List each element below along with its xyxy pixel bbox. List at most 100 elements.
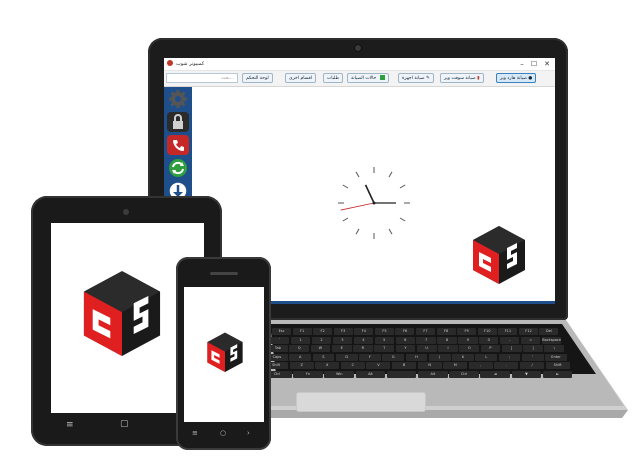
tab-other-sections[interactable]: اقسام اخرى — [285, 73, 317, 83]
keyboard-key[interactable]: F11 — [498, 328, 518, 335]
keyboard-key[interactable]: F8 — [436, 328, 456, 335]
keyboard-key[interactable]: F10 — [477, 328, 497, 335]
keyboard-key[interactable]: - — [500, 336, 520, 344]
keyboard-key[interactable]: F6 — [395, 328, 415, 335]
tab-software-maintenance[interactable]: صيانة سوفت وير ▮ — [440, 73, 484, 83]
keyboard-key[interactable]: Fn — [293, 370, 323, 378]
tab-maintenance-status[interactable]: حالات الصيانة — [347, 73, 389, 83]
keyboard-key[interactable]: Win — [324, 370, 355, 378]
keyboard-key[interactable]: Alt — [355, 370, 386, 378]
tab-devices-maintenance[interactable]: صيانة اجهزة ✎ — [398, 73, 434, 83]
tab-hardware-maintenance[interactable]: صيانة هارد وير ● — [496, 73, 537, 83]
keyboard-key[interactable]: F3 — [333, 328, 353, 335]
status-icon — [379, 75, 385, 80]
keyboard-key[interactable]: ► — [542, 370, 573, 378]
keyboard-key[interactable]: Shift — [545, 362, 570, 369]
keyboard-key[interactable]: ` — [270, 336, 290, 344]
keyboard-key[interactable]: D — [335, 353, 358, 361]
keyboard-key[interactable]: ◄ — [480, 370, 511, 378]
keyboard-key[interactable]: 3 — [332, 336, 353, 344]
tablet-home-button[interactable]: ▢ — [120, 420, 129, 429]
keyboard-key[interactable]: O — [459, 345, 480, 352]
keyboard-key[interactable]: [ — [501, 345, 522, 352]
keyboard-key[interactable]: 8 — [437, 336, 457, 344]
window-title: كمبيوتر شوب — [176, 61, 205, 67]
keyboard-key[interactable]: G — [382, 353, 405, 361]
keyboard-key[interactable]: ' — [521, 353, 544, 361]
keyboard-key[interactable]: 1 — [290, 336, 311, 344]
keyboard-key[interactable]: F5 — [374, 328, 394, 335]
keyboard-key[interactable]: R — [353, 345, 373, 352]
keyboard-key[interactable]: P — [480, 345, 501, 352]
tab-orders[interactable]: طلبات — [323, 73, 344, 83]
keyboard-key[interactable]: Enter — [545, 353, 567, 361]
maximize-button[interactable]: ☐ — [528, 59, 540, 69]
keyboard-key[interactable]: , — [468, 362, 493, 369]
close-button[interactable]: ✕ — [541, 59, 553, 69]
keyboard-key[interactable]: F — [359, 353, 381, 361]
clock-center — [372, 201, 376, 205]
keyboard-key[interactable]: 5 — [374, 336, 394, 344]
keyboard-key[interactable]: 7 — [416, 336, 436, 344]
keyboard-key[interactable]: Ctrl — [449, 370, 479, 378]
keyboard-key[interactable]: = — [521, 336, 541, 344]
keyboard-key[interactable]: S — [312, 353, 335, 361]
keyboard-key[interactable]: L — [475, 353, 498, 361]
keyboard-key[interactable]: U — [416, 345, 437, 352]
laptop-camera — [355, 45, 361, 51]
keyboard-key[interactable]: X — [315, 362, 340, 369]
keyboard-key[interactable]: Q — [289, 345, 310, 352]
search-input[interactable]: بحث... — [166, 73, 238, 83]
keyboard-key[interactable]: Alt — [418, 370, 448, 378]
keyboard-key[interactable]: C — [340, 362, 365, 369]
tablet-menu-button[interactable]: ≡ — [66, 421, 74, 430]
keyboard-key[interactable]: F2 — [313, 328, 333, 335]
keyboard-key[interactable]: 6 — [395, 336, 415, 344]
keyboard-key[interactable]: J — [428, 353, 451, 361]
keyboard-key[interactable]: 0 — [479, 336, 499, 344]
keyboard-key[interactable]: H — [405, 353, 428, 361]
minimize-button[interactable]: – — [516, 59, 528, 69]
keyboard-key[interactable]: 4 — [353, 336, 374, 344]
tab-label: اقسام اخرى — [289, 76, 313, 81]
sidebar-item-settings[interactable] — [167, 89, 189, 109]
tab-control-panel[interactable]: لوحة التحكم — [242, 73, 273, 83]
keyboard-key[interactable]: ; — [498, 353, 521, 361]
keyboard-key[interactable]: T — [374, 345, 395, 352]
phone-back-button[interactable]: › — [247, 429, 250, 438]
keyboard-key[interactable]: ▼ — [511, 370, 542, 378]
keyboard-key[interactable]: W — [310, 345, 331, 352]
keyboard-key[interactable]: Esc — [272, 328, 292, 335]
keyboard-key[interactable]: M — [443, 362, 468, 369]
keyboard-key[interactable]: A — [289, 353, 312, 361]
keyboard-key[interactable]: . — [494, 362, 519, 369]
sidebar-item-security[interactable] — [167, 112, 189, 132]
keyboard-key[interactable]: E — [331, 345, 352, 352]
keyboard-key[interactable]: Z — [289, 362, 314, 369]
keyboard-key[interactable]: F9 — [457, 328, 477, 335]
keyboard-key[interactable]: V — [366, 362, 391, 369]
keyboard-key[interactable] — [386, 370, 417, 378]
keyboard-key[interactable]: F4 — [354, 328, 374, 335]
keyboard-key[interactable]: Backspace — [541, 336, 562, 344]
phone-home-button[interactable]: ○ — [220, 429, 226, 438]
keyboard-key[interactable]: B — [392, 362, 417, 369]
keyboard-key[interactable]: I — [438, 345, 458, 352]
keyboard-key[interactable]: F12 — [518, 328, 538, 335]
sidebar-item-sync[interactable] — [167, 158, 189, 178]
keyboard-key[interactable]: 2 — [311, 336, 332, 344]
sidebar-item-call[interactable] — [167, 135, 189, 155]
keyboard-key[interactable]: K — [452, 353, 474, 361]
keyboard-key[interactable]: F7 — [416, 328, 436, 335]
keyboard-key[interactable]: ] — [523, 345, 543, 352]
keyboard-key[interactable]: N — [417, 362, 442, 369]
keyboard-key[interactable]: Del — [539, 328, 559, 335]
phone-menu-button[interactable]: ≡ — [192, 429, 198, 438]
keyboard-key[interactable]: Y — [395, 345, 416, 352]
keyboard-key[interactable]: \ — [544, 345, 565, 352]
keyboard-key[interactable]: 9 — [458, 336, 478, 344]
hardware-icon: ● — [528, 76, 533, 81]
software-icon: ▮ — [477, 76, 480, 81]
keyboard-key[interactable]: F1 — [292, 328, 312, 335]
keyboard-key[interactable]: / — [520, 362, 545, 369]
